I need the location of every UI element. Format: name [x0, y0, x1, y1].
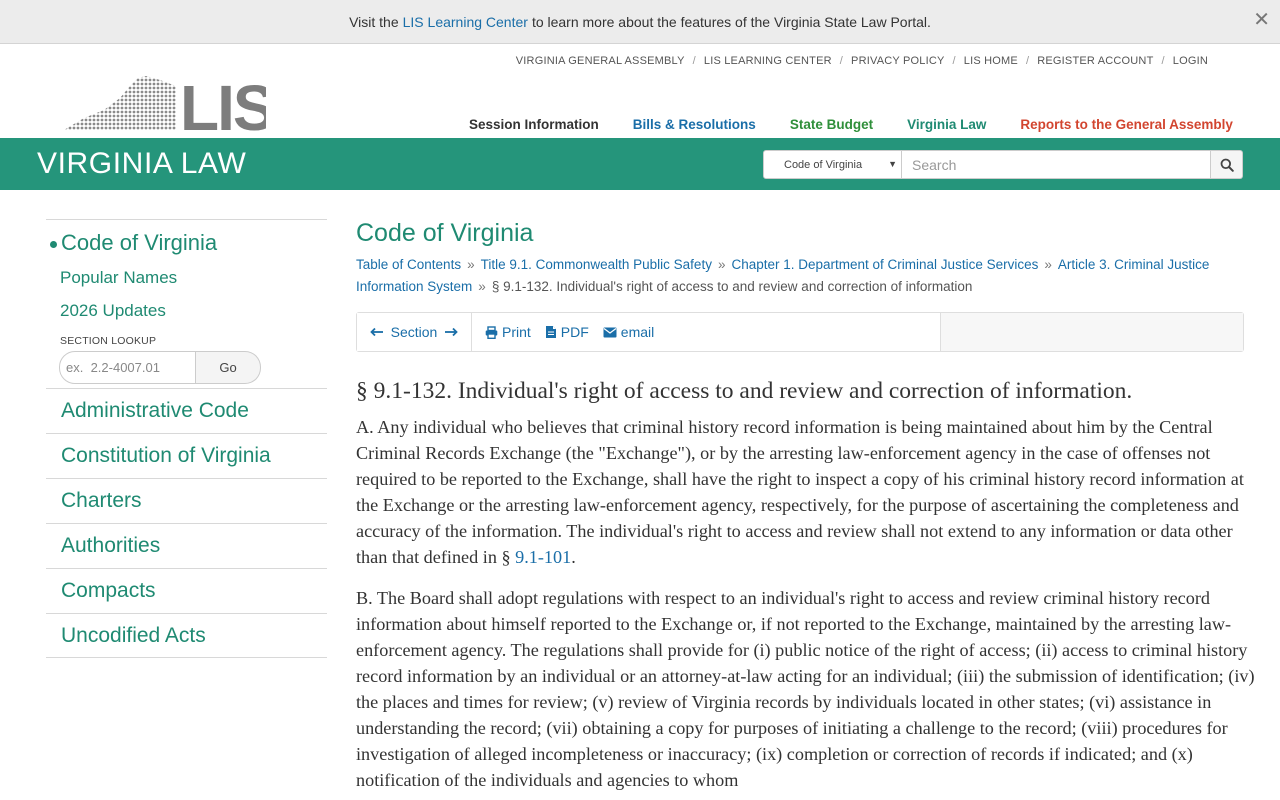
banner-suffix: to learn more about the features of the … — [531, 13, 931, 30]
sidebar-item-constitution[interactable]: Constitution of Virginia — [46, 433, 327, 478]
section-lookup-input[interactable] — [59, 351, 196, 384]
utility-separator: / — [1161, 55, 1165, 67]
paragraph-b-text: B. The Board shall adopt regulations wit… — [356, 588, 1255, 790]
breadcrumb-separator: » — [478, 279, 486, 294]
sidebar-item-compacts[interactable]: Compacts — [46, 568, 327, 613]
utility-link-general-assembly[interactable]: VIRGINIA GENERAL ASSEMBLY — [516, 55, 685, 67]
search-scope-value: Code of Virginia — [784, 158, 863, 171]
close-icon[interactable]: ✕ — [1253, 7, 1270, 32]
chevron-down-icon: ▼ — [888, 159, 897, 169]
utility-link-lis-home[interactable]: LIS HOME — [964, 55, 1018, 67]
search-form: Code of Virginia ▼ — [763, 150, 1243, 179]
nav-virginia-law[interactable]: Virginia Law — [907, 117, 986, 132]
utility-separator: / — [692, 55, 696, 67]
banner-prefix: Visit the — [349, 13, 399, 30]
svg-text:LIS: LIS — [180, 74, 266, 132]
sidebar: Code of Virginia Popular Names 2026 Upda… — [46, 219, 327, 658]
utility-separator: / — [1025, 55, 1030, 67]
nav-session-information[interactable]: Session Information — [469, 117, 599, 132]
section-actions: Print PDF email — [472, 313, 941, 351]
paragraph-a-end: . — [571, 547, 576, 567]
utility-link-register-account[interactable]: REGISTER ACCOUNT — [1037, 55, 1153, 67]
pdf-file-icon — [545, 326, 556, 338]
breadcrumb-table-of-contents[interactable]: Table of Contents — [356, 257, 461, 272]
section-lookup-form: Go — [59, 351, 327, 384]
breadcrumb: Table of Contents » Title 9.1. Commonwealt… — [356, 254, 1246, 298]
search-button[interactable] — [1211, 150, 1243, 179]
section-heading: § 9.1-132. Individual's right of access … — [356, 378, 1133, 404]
utility-separator: / — [952, 55, 956, 67]
nav-state-budget[interactable]: State Budget — [790, 117, 873, 132]
main-content: Code of Virginia Table of Contents » Title… — [356, 219, 1256, 793]
search-input[interactable] — [902, 150, 1211, 179]
sidebar-list: Administrative Code Constitution of Virg… — [46, 388, 327, 658]
email-button[interactable]: email — [603, 324, 654, 340]
section-nav-label: Section — [390, 324, 438, 340]
virginia-map-logo-icon: LIS — [64, 72, 276, 144]
utility-link-login[interactable]: LOGIN — [1173, 55, 1208, 67]
notice-banner: Visit the LIS Learning Center to learn m… — [0, 0, 1280, 44]
section-lookup-label: SECTION LOOKUP — [60, 335, 157, 347]
breadcrumb-separator: » — [467, 257, 475, 272]
envelope-icon — [603, 327, 617, 337]
utility-separator: / — [839, 55, 844, 67]
breadcrumb-title[interactable]: Title 9.1. Commonwealth Public Safety — [481, 257, 712, 272]
section-lookup-go-button[interactable]: Go — [196, 351, 261, 384]
lis-logo[interactable]: LIS — [64, 72, 276, 144]
bullet-icon — [50, 240, 57, 248]
print-icon — [485, 325, 498, 339]
section-paragraph-b: B. The Board shall adopt regulations wit… — [356, 585, 1256, 793]
pdf-button[interactable]: PDF — [545, 324, 589, 340]
utility-nav: VIRGINIA GENERAL ASSEMBLY / LIS LEARNING… — [516, 55, 1208, 67]
breadcrumb-chapter[interactable]: Chapter 1. Department of Criminal Justic… — [731, 257, 1038, 272]
main-nav: Session Information Bills & Resolutions … — [469, 117, 1267, 132]
page-title: Code of Virginia — [356, 219, 534, 247]
section-paragraph-a: A. Any individual who believes that crim… — [356, 414, 1256, 570]
nav-bills-resolutions[interactable]: Bills & Resolutions — [633, 117, 756, 132]
sidebar-item-label: Code of Virginia — [61, 230, 218, 255]
arrow-right-icon[interactable] — [444, 327, 459, 337]
sidebar-code-group: Code of Virginia Popular Names 2026 Upda… — [46, 219, 327, 384]
paragraph-a-text: A. Any individual who believes that crim… — [356, 417, 1244, 567]
search-scope-select[interactable]: Code of Virginia ▼ — [763, 150, 902, 179]
section-nav: Section — [357, 313, 472, 351]
breadcrumb-separator: » — [1044, 257, 1052, 272]
toolbar-spacer — [941, 313, 1243, 351]
sidebar-item-administrative-code[interactable]: Administrative Code — [46, 388, 327, 433]
breadcrumb-current: § 9.1-132. Individual's right of access … — [491, 279, 973, 294]
cross-reference-link[interactable]: 9.1-101 — [515, 547, 571, 567]
utility-link-learning-center[interactable]: LIS LEARNING CENTER — [704, 55, 832, 67]
breadcrumb-separator: » — [717, 257, 726, 272]
sidebar-item-authorities[interactable]: Authorities — [46, 523, 327, 568]
sidebar-item-uncodified-acts[interactable]: Uncodified Acts — [46, 613, 327, 658]
sidebar-item-code-of-virginia[interactable]: Code of Virginia — [46, 230, 327, 256]
pdf-label: PDF — [560, 324, 589, 340]
section-bar: VIRGINIA LAW Code of Virginia ▼ — [0, 138, 1280, 190]
print-label: Print — [502, 324, 531, 340]
utility-link-privacy-policy[interactable]: PRIVACY POLICY — [851, 55, 944, 67]
banner-learning-center-link[interactable]: LIS Learning Center — [403, 14, 528, 30]
sidebar-subitem-2026-updates[interactable]: 2026 Updates — [46, 301, 327, 321]
email-label: email — [620, 324, 655, 340]
sidebar-subitem-popular-names[interactable]: Popular Names — [46, 268, 327, 288]
nav-reports-to-general-assembly[interactable]: Reports to the General Assembly — [1020, 117, 1233, 132]
arrow-left-icon[interactable] — [369, 327, 384, 337]
section-title[interactable]: VIRGINIA LAW — [37, 147, 246, 181]
sidebar-item-charters[interactable]: Charters — [46, 478, 327, 523]
search-icon — [1220, 158, 1234, 172]
section-toolbar: Section Print PDF email — [356, 312, 1244, 352]
print-button[interactable]: Print — [485, 324, 531, 340]
